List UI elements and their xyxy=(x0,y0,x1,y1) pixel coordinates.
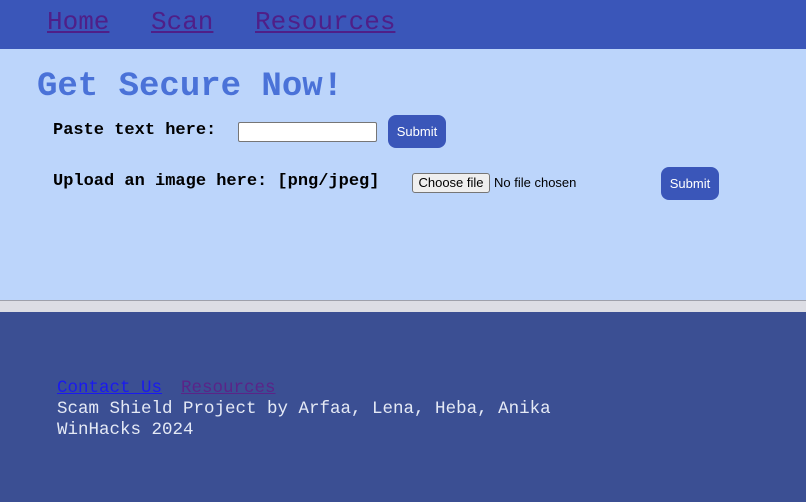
paste-text-input[interactable] xyxy=(238,122,377,142)
choose-file-button[interactable]: Choose file xyxy=(412,173,490,193)
footer-event: WinHacks 2024 xyxy=(57,420,194,440)
image-submit-button[interactable]: Submit xyxy=(661,167,719,200)
nav-link-resources[interactable]: Resources xyxy=(255,6,395,38)
footer-credit: Scam Shield Project by Arfaa, Lena, Heba… xyxy=(57,399,551,419)
upload-image-label: Upload an image here: [png/jpeg] xyxy=(53,172,380,191)
nav-link-home[interactable]: Home xyxy=(47,6,109,38)
footer-link-contact-us[interactable]: Contact Us xyxy=(57,378,162,398)
text-submit-button[interactable]: Submit xyxy=(388,115,446,148)
page-title: Get Secure Now! xyxy=(37,68,344,106)
nav-link-scan[interactable]: Scan xyxy=(151,6,213,38)
section-divider xyxy=(0,300,806,312)
file-status-text: No file chosen xyxy=(494,175,577,190)
top-nav-bar: Home Scan Resources xyxy=(0,0,806,49)
paste-text-label: Paste text here: xyxy=(53,121,217,140)
footer-link-resources[interactable]: Resources xyxy=(181,378,276,398)
